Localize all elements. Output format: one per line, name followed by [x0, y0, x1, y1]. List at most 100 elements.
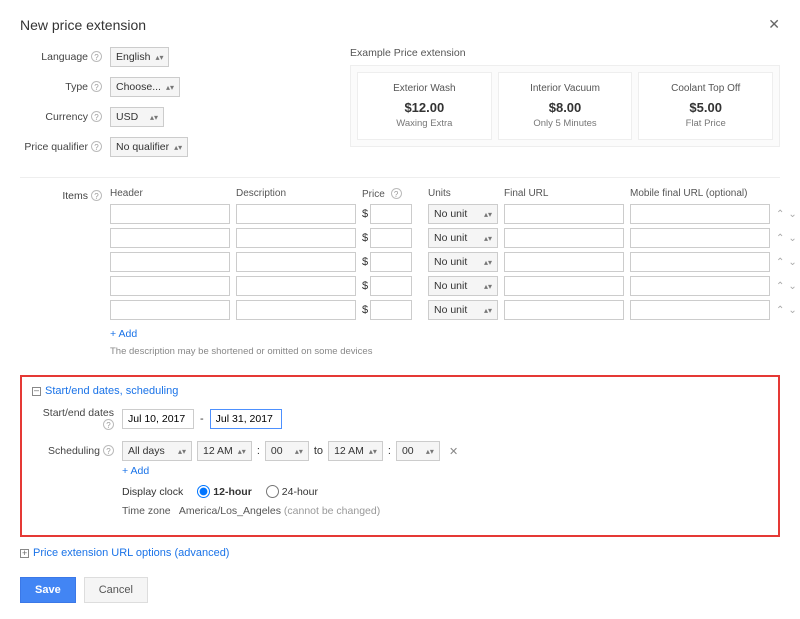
radio-12hour[interactable]: 12-hour: [197, 485, 252, 498]
example-card: Coolant Top Off $5.00 Flat Price: [638, 72, 773, 140]
col-header-final-url: Final URL: [504, 188, 624, 200]
cancel-button[interactable]: Cancel: [84, 577, 148, 603]
date-dash: -: [200, 413, 204, 425]
header-input[interactable]: [110, 276, 230, 296]
move-up-icon[interactable]: ⌃: [776, 233, 784, 244]
start-date-input[interactable]: [122, 409, 194, 429]
end-min-select[interactable]: 00▴▾: [396, 441, 440, 461]
final-url-input[interactable]: [504, 276, 624, 296]
help-icon[interactable]: ?: [91, 81, 102, 92]
move-down-icon[interactable]: ⌄: [788, 209, 796, 220]
price-qualifier-select[interactable]: No qualifier▴▾: [110, 137, 188, 157]
type-select[interactable]: Choose...▴▾: [110, 77, 180, 97]
start-end-label: Start/end dates?: [32, 407, 122, 431]
expand-icon: [20, 549, 29, 558]
header-input[interactable]: [110, 204, 230, 224]
move-up-icon[interactable]: ⌃: [776, 305, 784, 316]
price-input[interactable]: [370, 204, 412, 224]
end-date-input[interactable]: [210, 409, 282, 429]
add-item-link[interactable]: + Add: [110, 328, 137, 340]
save-button[interactable]: Save: [20, 577, 76, 603]
move-up-icon[interactable]: ⌃: [776, 209, 784, 220]
page-title: New price extension: [20, 17, 146, 33]
price-input[interactable]: [370, 276, 412, 296]
item-row: $No unit▴▾⌃⌄✕: [110, 276, 800, 296]
mobile-url-input[interactable]: [630, 252, 770, 272]
help-icon[interactable]: ?: [91, 111, 102, 122]
radio-24hour[interactable]: 24-hour: [266, 485, 318, 498]
move-down-icon[interactable]: ⌄: [788, 257, 796, 268]
col-header-price: Price ?: [362, 188, 422, 200]
price-input[interactable]: [370, 300, 412, 320]
price-qualifier-label: Price qualifier?: [20, 141, 110, 153]
start-hour-select[interactable]: 12 AM▴▾: [197, 441, 252, 461]
description-input[interactable]: [236, 252, 356, 272]
col-header-mobile-url: Mobile final URL (optional): [630, 188, 770, 200]
help-icon[interactable]: ?: [103, 419, 114, 430]
help-icon[interactable]: ?: [391, 188, 402, 199]
item-row: $No unit▴▾⌃⌄✕: [110, 252, 800, 272]
header-input[interactable]: [110, 252, 230, 272]
currency-symbol: $: [362, 232, 368, 244]
advanced-toggle[interactable]: Price extension URL options (advanced): [20, 547, 780, 559]
final-url-input[interactable]: [504, 228, 624, 248]
collapse-icon: [32, 387, 41, 396]
mobile-url-input[interactable]: [630, 300, 770, 320]
units-select[interactable]: No unit▴▾: [428, 228, 498, 248]
currency-symbol: $: [362, 256, 368, 268]
help-icon[interactable]: ?: [103, 445, 114, 456]
example-card: Interior Vacuum $8.00 Only 5 Minutes: [498, 72, 633, 140]
timezone-note: (cannot be changed): [284, 505, 380, 517]
mobile-url-input[interactable]: [630, 276, 770, 296]
close-icon[interactable]: ✕: [768, 16, 780, 33]
description-input[interactable]: [236, 204, 356, 224]
help-icon[interactable]: ?: [91, 190, 102, 201]
currency-symbol: $: [362, 304, 368, 316]
item-row: $No unit▴▾⌃⌄✕: [110, 204, 800, 224]
price-input[interactable]: [370, 228, 412, 248]
mobile-url-input[interactable]: [630, 204, 770, 224]
units-select[interactable]: No unit▴▾: [428, 252, 498, 272]
scheduling-toggle[interactable]: Start/end dates, scheduling: [32, 385, 768, 397]
currency-symbol: $: [362, 208, 368, 220]
description-input[interactable]: [236, 228, 356, 248]
currency-symbol: $: [362, 280, 368, 292]
help-icon[interactable]: ?: [91, 51, 102, 62]
timezone-label: Time zone: [122, 505, 171, 517]
language-label: Language?: [20, 51, 110, 63]
col-header-header: Header: [110, 188, 230, 200]
day-select[interactable]: All days▴▾: [122, 441, 192, 461]
start-min-select[interactable]: 00▴▾: [265, 441, 309, 461]
final-url-input[interactable]: [504, 252, 624, 272]
move-down-icon[interactable]: ⌄: [788, 281, 796, 292]
price-input[interactable]: [370, 252, 412, 272]
move-up-icon[interactable]: ⌃: [776, 281, 784, 292]
end-hour-select[interactable]: 12 AM▴▾: [328, 441, 383, 461]
col-header-description: Description: [236, 188, 356, 200]
units-select[interactable]: No unit▴▾: [428, 204, 498, 224]
example-title: Example Price extension: [350, 47, 780, 59]
description-input[interactable]: [236, 300, 356, 320]
currency-select[interactable]: USD▴▾: [110, 107, 164, 127]
to-label: to: [314, 445, 323, 457]
items-label: Items?: [20, 188, 110, 357]
move-down-icon[interactable]: ⌄: [788, 305, 796, 316]
units-select[interactable]: No unit▴▾: [428, 276, 498, 296]
units-select[interactable]: No unit▴▾: [428, 300, 498, 320]
header-input[interactable]: [110, 228, 230, 248]
header-input[interactable]: [110, 300, 230, 320]
language-select[interactable]: English▴▾: [110, 47, 169, 67]
move-down-icon[interactable]: ⌄: [788, 233, 796, 244]
mobile-url-input[interactable]: [630, 228, 770, 248]
type-label: Type?: [20, 81, 110, 93]
description-input[interactable]: [236, 276, 356, 296]
help-icon[interactable]: ?: [91, 141, 102, 152]
final-url-input[interactable]: [504, 300, 624, 320]
scheduling-section: Start/end dates, scheduling Start/end da…: [20, 375, 780, 537]
move-up-icon[interactable]: ⌃: [776, 257, 784, 268]
final-url-input[interactable]: [504, 204, 624, 224]
example-card: Exterior Wash $12.00 Waxing Extra: [357, 72, 492, 140]
scheduling-label: Scheduling?: [32, 441, 122, 457]
add-schedule-link[interactable]: + Add: [122, 465, 149, 477]
remove-schedule-icon[interactable]: ✕: [449, 445, 458, 458]
